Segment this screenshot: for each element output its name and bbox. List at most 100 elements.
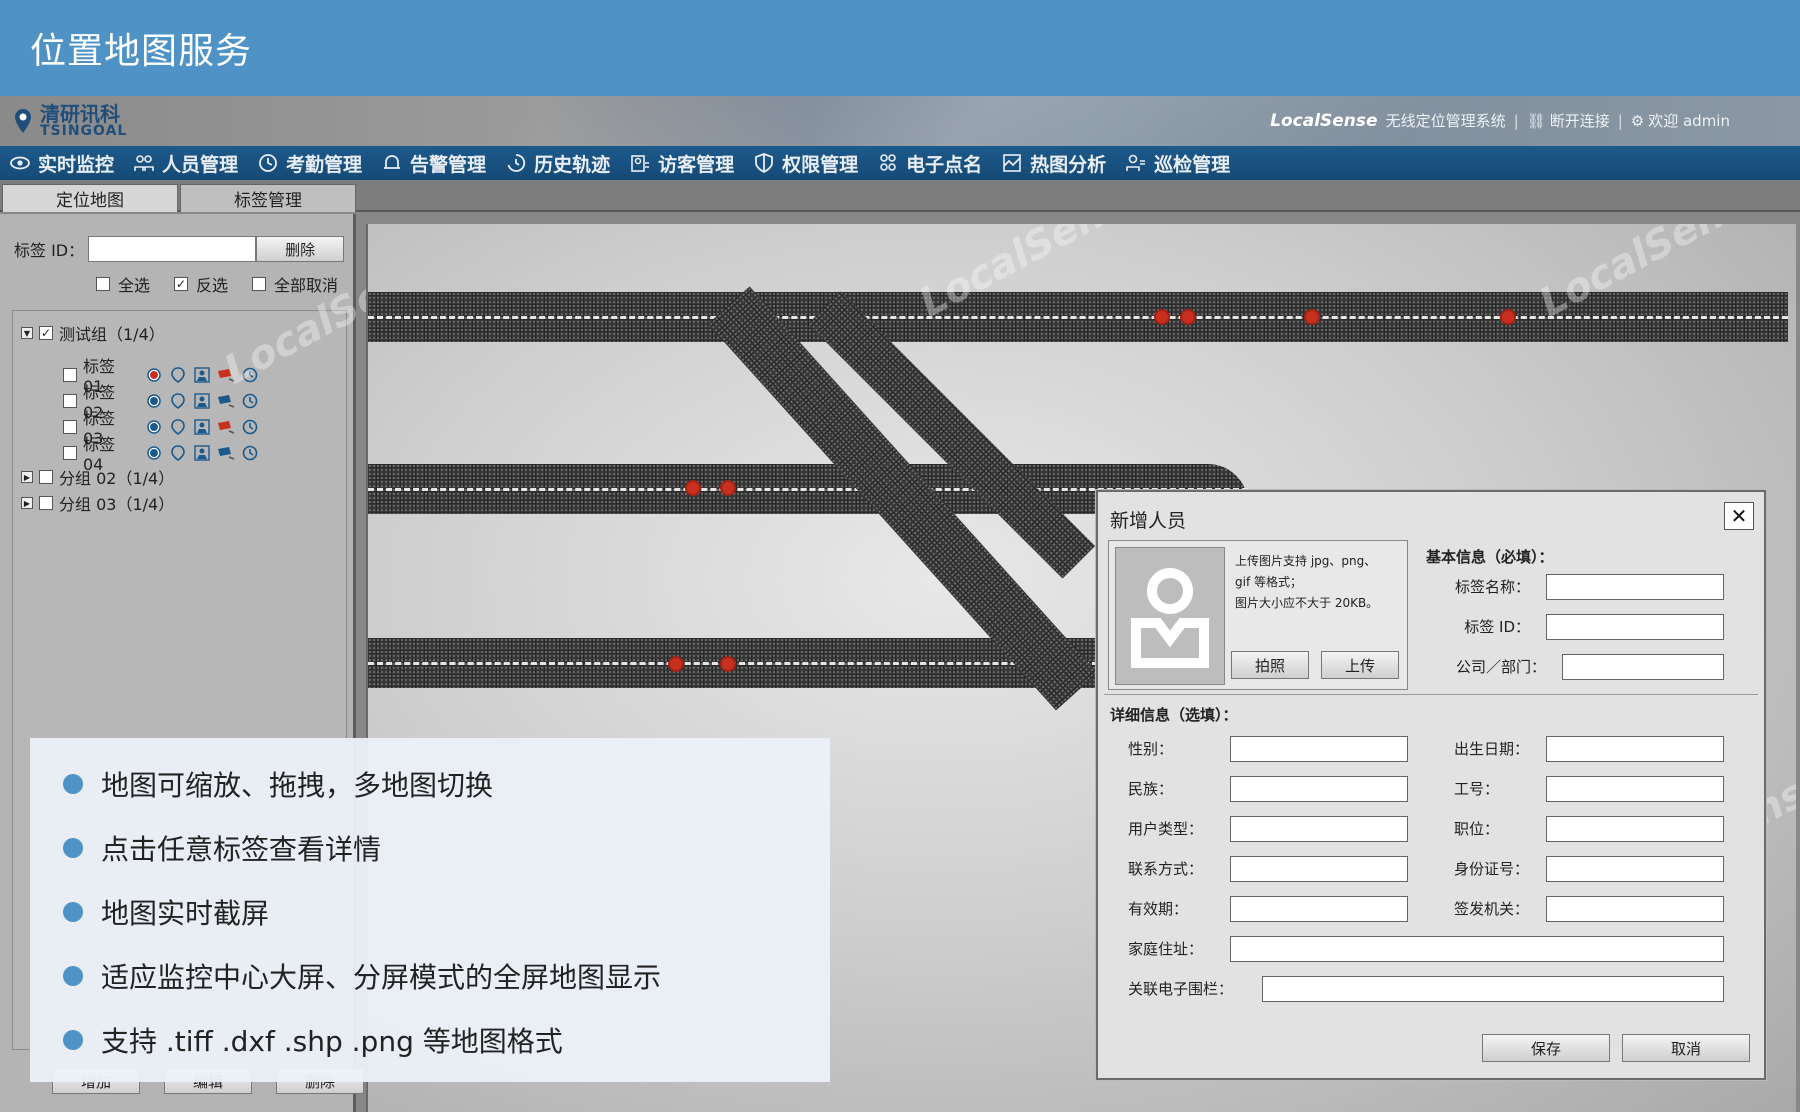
- app-logo: 清研讯科 TSINGOAL: [12, 104, 127, 138]
- tag-id-input[interactable]: [88, 236, 257, 262]
- issuing-authority-input[interactable]: [1546, 896, 1724, 922]
- tag-id-field[interactable]: [1546, 614, 1724, 640]
- gender-input[interactable]: [1230, 736, 1408, 762]
- people-icon: [134, 155, 154, 171]
- field-label: 工号：: [1454, 780, 1500, 798]
- tab-location-map[interactable]: 定位地图: [2, 184, 178, 212]
- history-icon: [507, 154, 526, 172]
- tab-tag-management[interactable]: 标签管理: [180, 184, 356, 212]
- cancel-button[interactable]: 取消: [1622, 1034, 1750, 1062]
- section-divider: [1104, 694, 1758, 695]
- birthdate-input[interactable]: [1546, 736, 1724, 762]
- nav-rollcall[interactable]: 电子点名: [878, 150, 982, 177]
- upload-button[interactable]: 上传: [1321, 651, 1399, 679]
- field-label: 用户类型：: [1128, 820, 1204, 838]
- tree-group[interactable]: ▶ 分组 03（1/4）: [21, 491, 174, 515]
- map-tag-marker[interactable]: [1500, 309, 1516, 325]
- detail-info-heading: 详细信息（选填）：: [1110, 706, 1238, 724]
- map-tag-marker[interactable]: [720, 656, 736, 672]
- employee-id-input[interactable]: [1546, 776, 1724, 802]
- group-label: 测试组（1/4）: [59, 325, 165, 344]
- gear-icon: ⚙: [1630, 111, 1645, 130]
- deselect-all-checkbox[interactable]: [252, 277, 267, 291]
- group-checkbox[interactable]: [39, 470, 53, 484]
- basic-info-heading: 基本信息（必填）：: [1426, 548, 1554, 566]
- field-label: 签发机关：: [1454, 900, 1530, 918]
- save-button[interactable]: 保存: [1482, 1034, 1610, 1062]
- validity-input[interactable]: [1230, 896, 1408, 922]
- nav-permission[interactable]: 权限管理: [754, 150, 858, 177]
- group-checkbox[interactable]: [39, 496, 53, 510]
- brand-name: LocalSense: [1270, 110, 1378, 131]
- map-tag-marker[interactable]: [1180, 309, 1196, 325]
- nav-history[interactable]: 历史轨迹: [506, 150, 610, 177]
- bullet-dot-icon: [63, 902, 83, 922]
- nav-personnel[interactable]: 人员管理: [134, 150, 238, 177]
- field-label: 家庭住址：: [1128, 940, 1204, 958]
- delete-tag-button[interactable]: 删除: [256, 236, 345, 262]
- status-dot-icon: [145, 444, 163, 462]
- nav-attendance[interactable]: 考勤管理: [258, 150, 362, 177]
- tag-name-input[interactable]: [1546, 574, 1724, 600]
- feature-bullet: 适应监控中心大屏、分屏模式的全屏地图显示: [63, 956, 661, 996]
- tree-group[interactable]: ▼ ✓ 测试组（1/4）: [21, 321, 165, 345]
- position-input[interactable]: [1546, 816, 1724, 842]
- history-icon[interactable]: [241, 444, 259, 462]
- contact-input[interactable]: [1230, 856, 1408, 882]
- bell-icon: [384, 155, 401, 169]
- collapse-icon[interactable]: ▼: [21, 327, 33, 339]
- company-input[interactable]: [1562, 654, 1724, 680]
- fence-input[interactable]: [1262, 976, 1724, 1002]
- select-all-checkbox[interactable]: [96, 277, 110, 291]
- user-type-input[interactable]: [1230, 816, 1408, 842]
- address-input[interactable]: [1230, 936, 1724, 962]
- welcome-user[interactable]: ⚙ 欢迎 admin: [1631, 110, 1730, 131]
- main-nav: 实时监控 人员管理 考勤管理 告警管理 历史轨迹 访客管理 权限管理 电子点名: [0, 146, 1800, 180]
- person-icon[interactable]: [193, 444, 211, 462]
- take-photo-button[interactable]: 拍照: [1231, 651, 1309, 679]
- group-label: 分组 03（1/4）: [59, 495, 175, 514]
- invert-label: 反选: [196, 276, 229, 295]
- system-bar: LocalSense 无线定位管理系统 | ⛓ 断开连接 | ⚙ 欢迎 admi…: [1270, 110, 1730, 131]
- map-tag-marker[interactable]: [1154, 309, 1170, 325]
- tree-group[interactable]: ▶ 分组 02（1/4）: [21, 465, 174, 489]
- field-label: 标签 ID：: [1464, 618, 1530, 636]
- map-tag-marker[interactable]: [1304, 309, 1320, 325]
- tag-checkbox[interactable]: [63, 445, 77, 460]
- disconnect-link[interactable]: ⛓ 断开连接: [1527, 110, 1610, 131]
- location-pin-icon: [12, 106, 34, 136]
- tag-id-row: 标签 ID： 删除: [14, 236, 345, 262]
- system-name: 无线定位管理系统: [1385, 112, 1506, 130]
- photo-hint: 上传图片支持 jpg、png、 gif 等格式； 图片大小应不大于 20KB。: [1235, 554, 1379, 610]
- nav-realtime-monitor[interactable]: 实时监控: [10, 150, 114, 177]
- link-icon: ⛓: [1526, 111, 1546, 130]
- group-checkbox[interactable]: ✓: [39, 326, 53, 340]
- nav-visitor[interactable]: 访客管理: [630, 150, 734, 177]
- id-number-input[interactable]: [1546, 856, 1724, 882]
- photo-box: 上传图片支持 jpg、png、 gif 等格式； 图片大小应不大于 20KB。 …: [1108, 540, 1408, 690]
- feature-bullet: 支持 .tiff .dxf .shp .png 等地图格式: [63, 1020, 563, 1060]
- close-icon[interactable]: ✕: [1724, 502, 1754, 530]
- nav-heatmap[interactable]: 热图分析: [1002, 150, 1106, 177]
- field-label: 性别：: [1128, 740, 1174, 758]
- expand-icon[interactable]: ▶: [21, 497, 33, 509]
- map-tag-marker[interactable]: [668, 656, 684, 672]
- nav-alarm[interactable]: 告警管理: [382, 150, 486, 177]
- expand-icon[interactable]: ▶: [21, 471, 33, 483]
- locate-icon[interactable]: [169, 444, 187, 462]
- ethnicity-input[interactable]: [1230, 776, 1408, 802]
- inspection-icon: [1126, 154, 1146, 171]
- selection-row: 全选 ✓ 反选 全部取消: [96, 272, 338, 296]
- map-tag-marker[interactable]: [685, 480, 701, 496]
- feature-bullet: 地图实时截屏: [63, 892, 269, 932]
- dialog-title: 新增人员: [1110, 510, 1187, 532]
- nav-inspection[interactable]: 巡检管理: [1126, 150, 1230, 177]
- avatar-placeholder-icon: [1115, 547, 1225, 685]
- field-label: 联系方式：: [1128, 860, 1204, 878]
- invert-checkbox[interactable]: ✓: [174, 277, 189, 291]
- field-label: 标签名称：: [1454, 578, 1530, 596]
- camera-icon[interactable]: [217, 444, 235, 462]
- bullet-dot-icon: [63, 966, 83, 986]
- map-tag-marker[interactable]: [720, 480, 736, 496]
- feature-bullet: 点击任意标签查看详情: [63, 828, 381, 868]
